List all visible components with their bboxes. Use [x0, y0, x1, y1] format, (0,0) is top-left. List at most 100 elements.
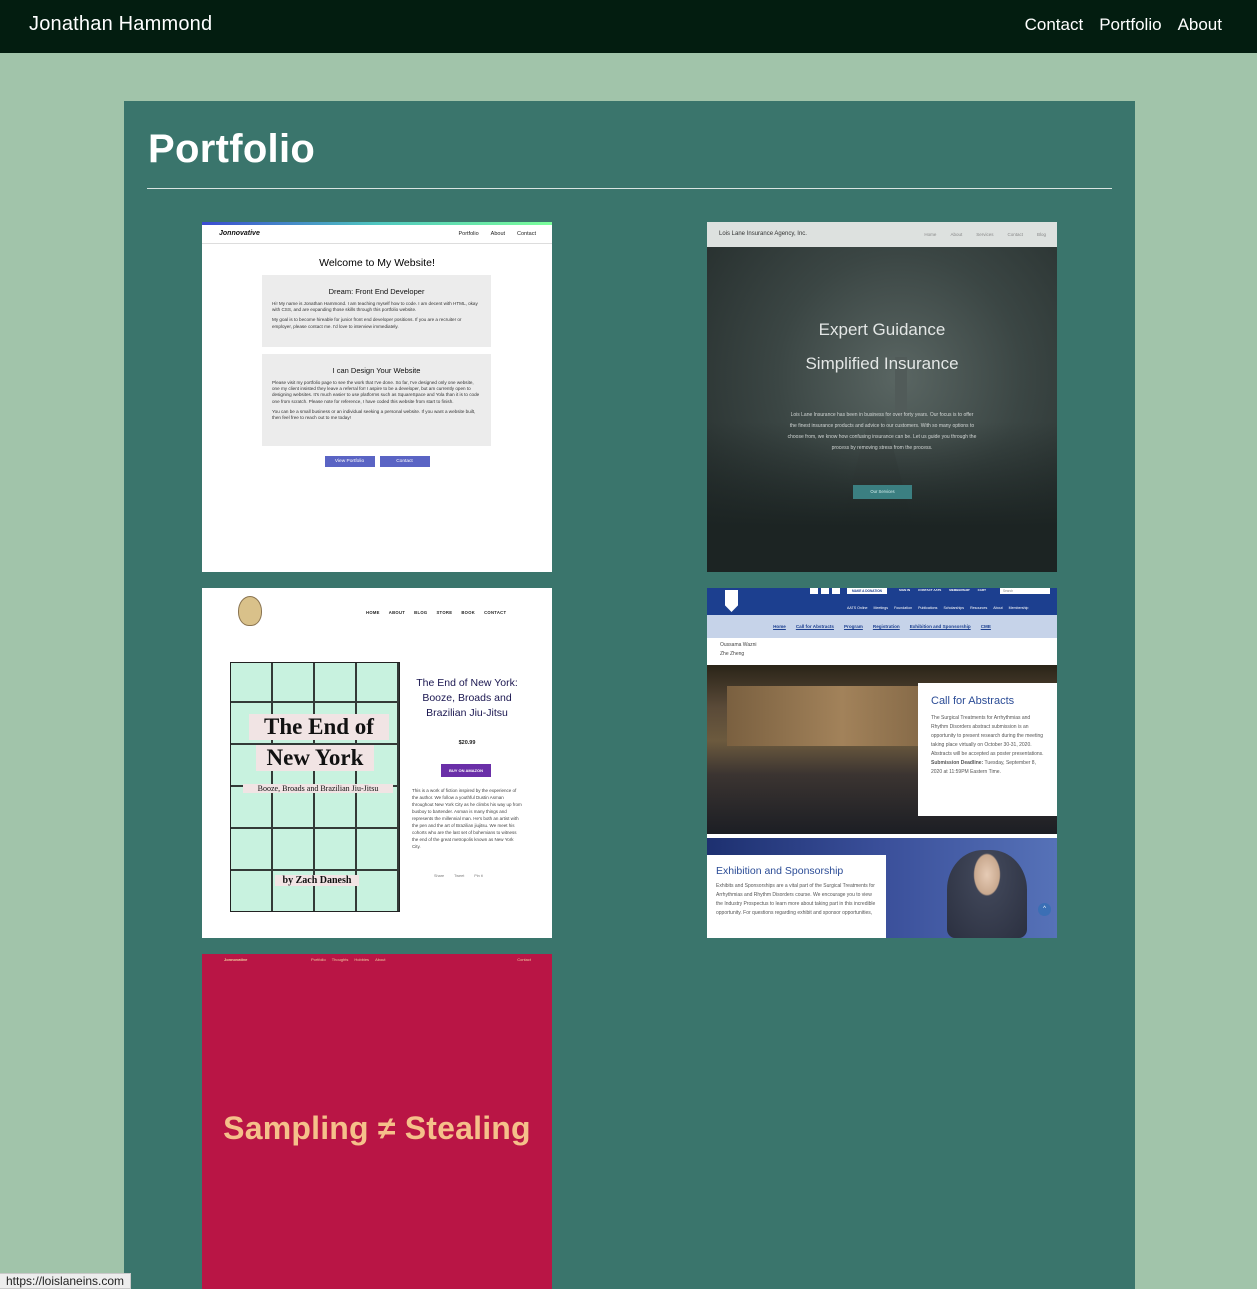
link-status-bar: https://loislaneins.com — [0, 1273, 132, 1289]
thumb-nav: Home About Services Contact Blog — [924, 232, 1046, 237]
thumb-nav: HOME ABOUT BLOG STORE BOOK CONTACT — [366, 610, 506, 615]
utility-link: CONTACT AATS — [918, 588, 942, 592]
twitter-icon — [821, 588, 829, 594]
book-description: This is a work of fiction inspired by th… — [412, 788, 522, 849]
portfolio-thumb-sampling[interactable]: Jonnovative Portfolio Thoughts Hobbies A… — [202, 954, 552, 1289]
utility-link: CART — [977, 588, 986, 592]
thumb-nav-item: STORE — [436, 610, 453, 615]
thumb-nav-item: Portfolio — [458, 231, 479, 237]
card-text: The Surgical Treatments for Arrhythmias … — [931, 714, 1044, 777]
portfolio-panel: Portfolio Jonnovative Portfolio About Co… — [124, 101, 1135, 1289]
subnav-item: Home — [773, 624, 786, 629]
page-title: Portfolio — [148, 127, 316, 171]
subnav-item: Exhibition and Sponsorship — [909, 624, 971, 629]
subnav-item: CME — [980, 624, 991, 629]
nav-about[interactable]: About — [1178, 15, 1222, 35]
thumb-blurb: Lois Lane Insurance has been in business… — [787, 412, 977, 451]
book-title: The End of New York: Booze, Broads and B… — [416, 677, 518, 719]
card-title: Call for Abstracts — [931, 695, 1015, 707]
thumb-box-text: You can be a small business or an indivi… — [272, 408, 476, 420]
thumb-nav-item: BOOK — [461, 610, 476, 615]
portfolio-thumb-jonnovative[interactable]: Jonnovative Portfolio About Contact Welc… — [202, 222, 552, 572]
thumb-nav-item: About — [490, 231, 506, 237]
thumb-logo: Jonnovative — [219, 230, 260, 237]
thumb-header: MAKE A DONATION SIGN IN CONTACT AATS MEM… — [707, 588, 1057, 615]
thumb-nav-item: About — [375, 957, 386, 962]
nav-contact[interactable]: Contact — [1025, 15, 1084, 35]
thumb-box-text: Hi! My name is Jonathan Hammond. I am te… — [272, 301, 478, 313]
thumb-nav-item: Meetings — [873, 606, 889, 610]
cover-author: by Zach Danesh — [275, 875, 359, 886]
thumb-nav-item: Resources — [970, 606, 988, 610]
subnav-item: Registration — [872, 624, 900, 629]
exhibition-card: Exhibition and Sponsorship Exhibits and … — [707, 855, 886, 938]
card-body: The Surgical Treatments for Arrhythmias … — [931, 715, 1044, 757]
cover-subtitle: Booze, Broads and Brazilian Jiu-Jitsu — [243, 784, 393, 793]
speaker-name: Zhe Zheng — [720, 650, 745, 657]
card-text: Exhibits and Sponsorships are a vital pa… — [716, 883, 876, 916]
thumb-headline: Simplified Insurance — [805, 354, 959, 373]
thumb-nav-item: Foundation — [894, 606, 913, 610]
speaker-name: Oussama Wazni — [720, 642, 757, 648]
thumb-nav-item: Portfolio — [311, 957, 326, 962]
thumb-header: Lois Lane Insurance Agency, Inc. Home Ab… — [707, 222, 1057, 247]
thumb-nav: AATS Online Meetings Foundation Publicat… — [847, 606, 1028, 610]
thumb-nav-item: Contact — [1007, 232, 1023, 237]
thumb-view-portfolio-button: View Portfolio — [324, 456, 375, 467]
aats-shield-icon — [725, 590, 738, 612]
cover-title: New York — [256, 745, 374, 771]
thumb-nav-item: About — [950, 232, 963, 237]
thumb-nav-item: Hobbies — [354, 957, 370, 962]
portfolio-thumb-aats[interactable]: MAKE A DONATION SIGN IN CONTACT AATS MEM… — [707, 588, 1057, 938]
thumb-box-title: Dream: Front End Developer — [328, 287, 425, 296]
utility-link: MEMBERSHIP — [949, 588, 970, 592]
utility-link: SIGN IN — [899, 588, 911, 592]
thumb-nav-item: BLOG — [414, 610, 428, 615]
thumb-buttons: View Portfolio Contact — [202, 456, 552, 467]
portfolio-thumb-end-of-new-york[interactable]: HOME ABOUT BLOG STORE BOOK CONTACT The E… — [202, 588, 552, 938]
nav-portfolio[interactable]: Portfolio — [1099, 15, 1161, 35]
thumb-logo: Lois Lane Insurance Agency, Inc. — [719, 231, 807, 237]
cover-title: The End of — [249, 714, 389, 740]
thumb-nav-contact: Contact — [517, 957, 531, 962]
subnav-item: Program — [843, 624, 863, 629]
thumb-nav: Portfolio Thoughts Hobbies About — [311, 957, 386, 962]
subnav-item: Call for Abstracts — [795, 624, 834, 629]
thumb-box-text: My goal is to become hireable for junior… — [272, 317, 462, 329]
tweet-link: Tweet — [454, 874, 465, 878]
card-title: Exhibition and Sponsorship — [716, 865, 844, 877]
thumb-services-button: Our Services — [853, 485, 912, 499]
share-links: Share Tweet Pin it — [434, 874, 483, 878]
buy-on-amazon-button: BUY ON AMAZON — [441, 764, 491, 777]
main-nav: Contact Portfolio About — [1025, 15, 1222, 35]
call-for-abstracts-card: Call for Abstracts The Surgical Treatmen… — [918, 683, 1057, 816]
thumb-headline: Expert Guidance — [818, 320, 946, 339]
site-brand[interactable]: Jonathan Hammond — [29, 13, 212, 36]
thumb-nav-item: HOME — [366, 610, 380, 615]
pin-link: Pin it — [474, 874, 483, 878]
donate-button: MAKE A DONATION — [847, 588, 887, 594]
thumb-nav-item: Contact — [517, 231, 536, 237]
facebook-icon — [810, 588, 818, 594]
thumb-nav-item: Home — [924, 232, 937, 237]
thumb-nav-item: Publications — [918, 606, 938, 610]
portfolio-thumb-loislane[interactable]: Lois Lane Insurance Agency, Inc. Home Ab… — [707, 222, 1057, 572]
scroll-top-icon: ^ — [1038, 903, 1051, 916]
thumb-box: Dream: Front End Developer Hi! My name i… — [262, 275, 491, 347]
thumb-welcome: Welcome to My Website! — [319, 257, 435, 269]
thumb-headline: Sampling ≠ Stealing — [223, 1110, 531, 1146]
thumb-nav: Portfolio About Contact — [458, 231, 536, 237]
thumb-header: Jonnovative Portfolio Thoughts Hobbies A… — [202, 954, 552, 966]
thumb-contact-button: Contact — [379, 456, 430, 467]
thumb-box: I can Design Your Website Please visit m… — [262, 354, 491, 446]
thumb-subnav: Home Call for Abstracts Program Registra… — [707, 615, 1057, 638]
thumb-nav-item: Scholarships — [943, 606, 965, 610]
thumb-nav-item: CONTACT — [484, 610, 507, 615]
search-field: Search — [1000, 588, 1050, 594]
book-cover-image: The End of New York Booze, Broads and Br… — [230, 662, 400, 912]
potato-logo-icon — [238, 596, 262, 626]
thumb-nav-item: Thoughts — [331, 957, 349, 962]
book-price: $20.99 — [458, 740, 476, 746]
thumb-box-title: I can Design Your Website — [332, 366, 421, 375]
utility-links: SIGN IN CONTACT AATS MEMBERSHIP CART — [899, 588, 986, 592]
